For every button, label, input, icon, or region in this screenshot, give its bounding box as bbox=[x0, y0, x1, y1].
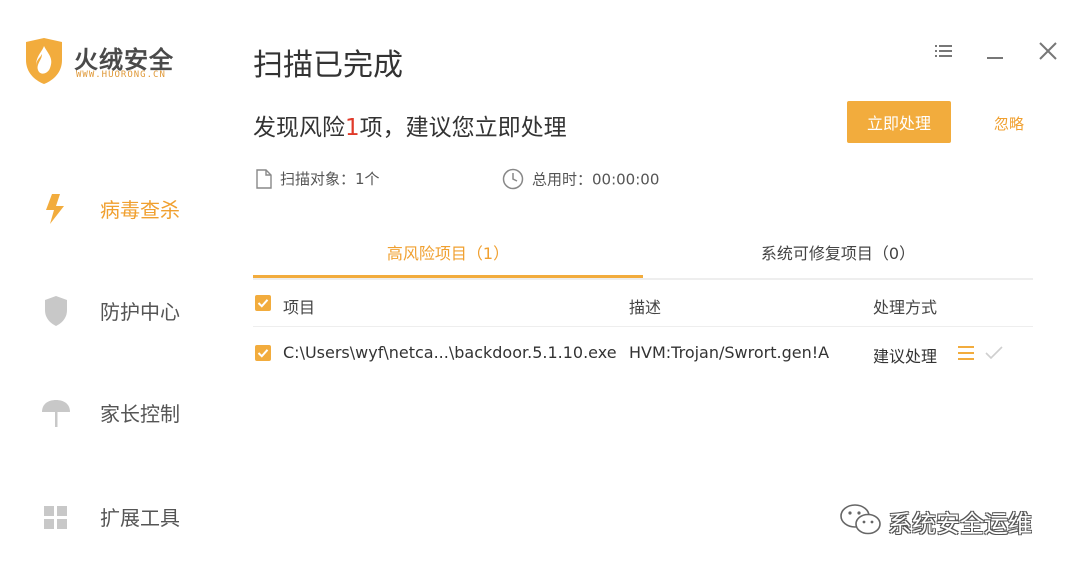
sidebar-item-extension-tools[interactable]: 扩展工具 bbox=[40, 494, 220, 538]
table-header: 项目 描述 处理方式 bbox=[253, 282, 1033, 327]
app-url: WWW.HUORONG.CN bbox=[76, 70, 166, 80]
page-title: 扫描已完成 bbox=[253, 48, 403, 83]
umbrella-icon bbox=[42, 400, 70, 427]
result-tabs: 高风险项目（1） 系统可修复项目（0） bbox=[253, 236, 1033, 280]
table-row: C:\Users\wyf\netca...\backdoor.5.1.10.ex… bbox=[253, 328, 1033, 378]
check-icon bbox=[985, 346, 1003, 360]
minimize-button[interactable] bbox=[980, 36, 1010, 66]
grid-icon bbox=[44, 506, 67, 529]
risk-summary: 发现风险1项，建议您立即处理 bbox=[253, 108, 567, 142]
sidebar-item-label: 家长控制 bbox=[100, 402, 180, 426]
flame-shield-icon bbox=[26, 38, 62, 84]
sidebar-item-parental-control[interactable]: 家长控制 bbox=[40, 390, 220, 434]
duration-info: 总用时：00:00:00 bbox=[502, 168, 659, 192]
column-header-description: 描述 bbox=[629, 298, 662, 317]
sidebar-item-protection[interactable]: 防护中心 bbox=[40, 288, 220, 332]
trust-button[interactable] bbox=[983, 344, 1005, 362]
ignore-link[interactable]: 忽略 bbox=[994, 113, 1024, 134]
lightning-icon bbox=[46, 194, 64, 224]
threat-action: 建议处理 bbox=[873, 347, 938, 366]
sidebar-item-label: 防护中心 bbox=[100, 300, 180, 324]
shield-icon bbox=[45, 296, 67, 326]
summary-suffix: 项，建议您立即处理 bbox=[359, 115, 567, 141]
menu-icon bbox=[935, 45, 952, 57]
document-icon bbox=[256, 168, 272, 189]
summary-prefix: 发现风险 bbox=[253, 115, 345, 141]
close-icon bbox=[1039, 42, 1057, 60]
minimize-icon bbox=[987, 57, 1003, 59]
clock-icon bbox=[502, 168, 524, 190]
sidebar-item-label: 扩展工具 bbox=[100, 506, 180, 530]
risk-count: 1 bbox=[345, 115, 360, 141]
duration-text: 总用时：00:00:00 bbox=[532, 170, 660, 189]
action-options-button[interactable] bbox=[955, 344, 977, 362]
tab-system-repairable[interactable]: 系统可修复项目（0） bbox=[643, 236, 1033, 276]
close-button[interactable] bbox=[1033, 36, 1063, 66]
wechat-icon bbox=[840, 504, 881, 535]
threat-description: HVM:Trojan/Swrort.gen!A bbox=[629, 343, 830, 362]
tab-high-risk[interactable]: 高风险项目（1） bbox=[253, 236, 643, 278]
checkmark-icon bbox=[257, 349, 269, 358]
scan-target-info: 扫描对象：1个 bbox=[256, 168, 380, 192]
checkmark-icon bbox=[257, 299, 269, 308]
menu-button[interactable] bbox=[928, 36, 958, 66]
sidebar-item-label: 病毒查杀 bbox=[100, 198, 180, 222]
column-header-action: 处理方式 bbox=[873, 298, 938, 317]
app-logo: 火绒安全 WWW.HUORONG.CN bbox=[22, 36, 222, 88]
select-all-checkbox[interactable] bbox=[255, 295, 271, 311]
threat-file-path: C:\Users\wyf\netca...\backdoor.5.1.10.ex… bbox=[283, 343, 617, 362]
row-checkbox[interactable] bbox=[255, 345, 271, 361]
column-header-item: 项目 bbox=[283, 298, 316, 317]
sidebar-item-virus-scan[interactable]: 病毒查杀 bbox=[40, 186, 220, 230]
scan-target-text: 扫描对象：1个 bbox=[280, 170, 380, 188]
list-icon bbox=[958, 346, 974, 360]
watermark-text: 系统安全运维 bbox=[888, 510, 1032, 538]
handle-now-button[interactable]: 立即处理 bbox=[847, 101, 951, 143]
